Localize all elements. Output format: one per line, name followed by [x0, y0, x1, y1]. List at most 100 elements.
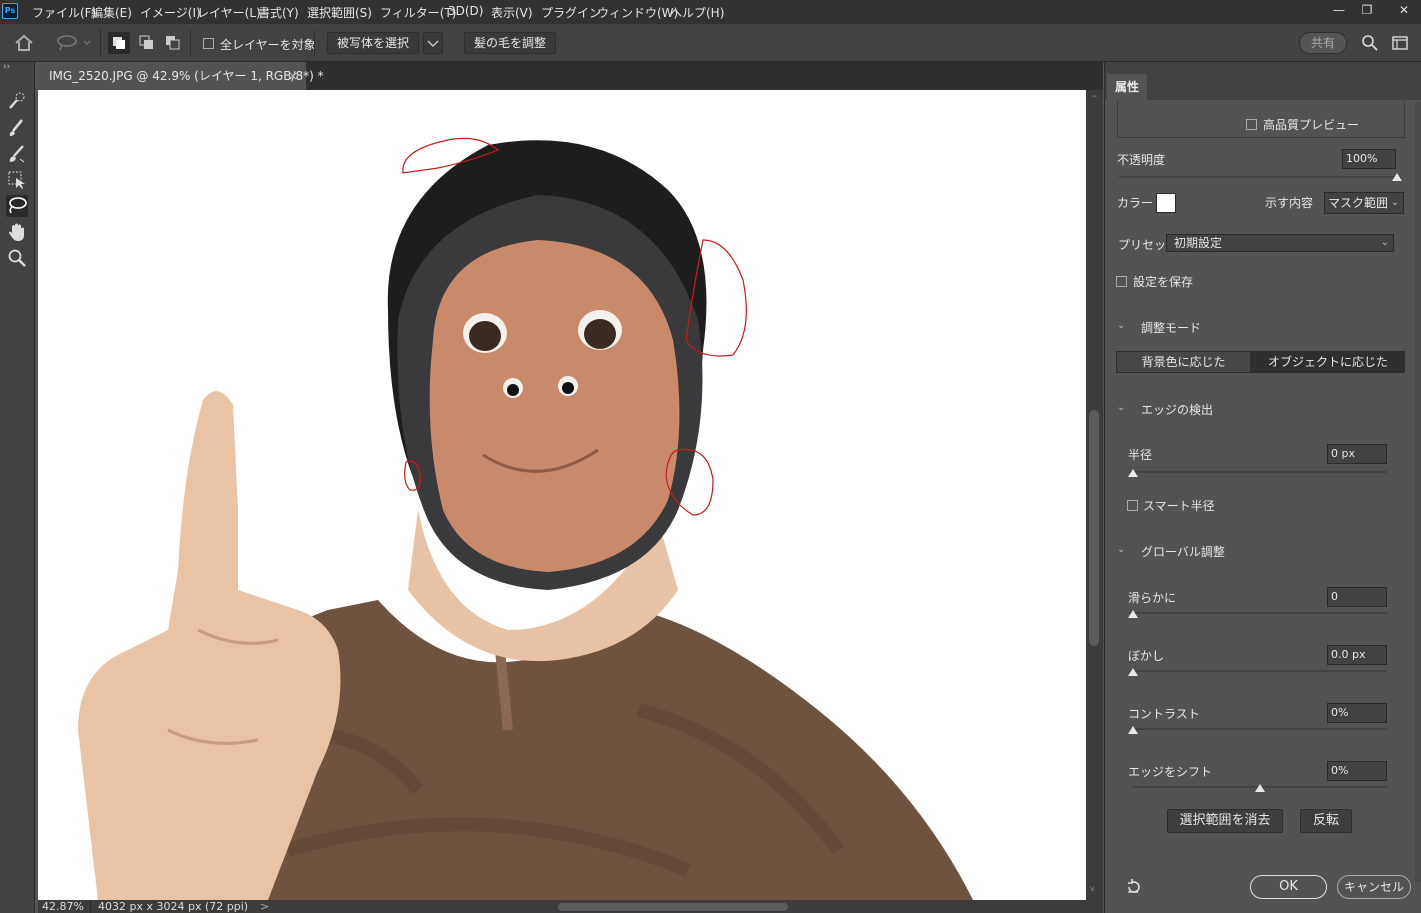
view-mode-box	[1117, 100, 1405, 138]
mode-background-button[interactable]: 背景色に応じた	[1116, 351, 1251, 373]
menu-layer[interactable]: レイヤー(L)	[197, 4, 261, 21]
tab-properties[interactable]: 属性	[1107, 74, 1147, 100]
opacity-slider-thumb[interactable]	[1392, 173, 1402, 181]
preset-select[interactable]: 初期設定 ⌄	[1166, 234, 1394, 252]
select-subject-button[interactable]: 被写体を選択	[327, 32, 419, 54]
chevron-down-icon: ⌄	[1380, 237, 1389, 248]
show-select-value: マスク範囲	[1328, 196, 1389, 210]
select-subject-dropdown[interactable]	[423, 32, 443, 54]
hq-preview-checkbox[interactable]	[1246, 119, 1257, 130]
brush-icon[interactable]	[6, 117, 28, 139]
feather-label: ぼかし	[1128, 649, 1165, 663]
quick-selection-brush-icon[interactable]	[6, 90, 28, 112]
contrast-label: コントラスト	[1128, 707, 1200, 721]
contrast-input[interactable]: 0%	[1327, 703, 1387, 723]
menu-window[interactable]: ウィンドウ(W)	[597, 4, 678, 21]
document-canvas[interactable]	[38, 90, 1086, 900]
horizontal-scroll-thumb[interactable]	[558, 903, 788, 911]
smooth-label: 滑らかに	[1128, 591, 1177, 605]
chevron-down-icon[interactable]: ⌄	[1117, 402, 1125, 413]
scroll-down-icon[interactable]: v	[1090, 884, 1095, 893]
all-layers-checkbox[interactable]	[203, 38, 214, 49]
show-label: 示す内容	[1265, 196, 1314, 210]
menu-bar: Ps ファイル(F) 編集(E) イメージ(I) レイヤー(L) 書式(Y) 選…	[0, 0, 1421, 24]
chevron-down-icon	[427, 40, 439, 47]
smart-radius-checkbox[interactable]	[1127, 500, 1138, 511]
home-icon[interactable]	[14, 34, 34, 52]
document-tab[interactable]: IMG_2520.JPG @ 42.9% (レイヤー 1, RGB/8*) * …	[38, 62, 324, 90]
menu-edit[interactable]: 編集(E)	[91, 4, 132, 21]
close-window-button[interactable]: ✕	[1390, 0, 1418, 22]
subtract-from-selection-icon[interactable]	[162, 32, 184, 54]
menu-filter[interactable]: フィルター(T)	[380, 4, 456, 21]
collapse-toolbar-icon[interactable]: ››	[3, 62, 10, 72]
object-selection-icon[interactable]	[6, 169, 28, 191]
menu-image[interactable]: イメージ(I)	[140, 4, 201, 21]
canvas-vertical-scrollbar[interactable]: ^ v	[1086, 90, 1103, 900]
opacity-slider[interactable]	[1119, 176, 1401, 178]
menu-view[interactable]: 表示(V)	[491, 4, 533, 21]
workspace-icon[interactable]	[1391, 34, 1409, 52]
status-menu-arrow[interactable]: >	[260, 900, 269, 913]
lasso-icon	[9, 197, 27, 214]
radius-slider[interactable]	[1129, 471, 1387, 473]
opacity-input[interactable]: 100%	[1342, 149, 1396, 169]
lasso-tool-button[interactable]	[6, 195, 28, 217]
opacity-label: 不透明度	[1117, 153, 1166, 167]
global-adjust-heading: グローバル調整	[1141, 545, 1225, 559]
smooth-slider-thumb[interactable]	[1128, 610, 1138, 618]
show-select[interactable]: マスク範囲 ⌄	[1324, 192, 1404, 214]
status-bar: 42.87% 4032 px x 3024 px (72 ppi) >	[38, 900, 1103, 913]
scroll-up-icon[interactable]: ^	[1091, 94, 1098, 103]
hq-preview-label: 高品質プレビュー	[1263, 118, 1360, 132]
tab-close-icon[interactable]: ×	[288, 62, 298, 90]
chevron-down-icon[interactable]: ⌄	[1117, 544, 1125, 555]
new-selection-button[interactable]	[108, 32, 130, 54]
feather-slider-thumb[interactable]	[1128, 668, 1138, 676]
reset-icon[interactable]	[1125, 878, 1143, 896]
feather-slider[interactable]	[1129, 670, 1387, 672]
add-to-selection-icon[interactable]	[136, 32, 158, 54]
maximize-button[interactable]: ❐	[1353, 0, 1381, 22]
radius-label: 半径	[1128, 448, 1153, 462]
panel-scrollbar[interactable]	[1415, 102, 1421, 882]
menu-file[interactable]: ファイル(F)	[32, 4, 96, 21]
chevron-down-icon[interactable]: ⌄	[1117, 320, 1125, 331]
menu-help[interactable]: ヘルプ(H)	[670, 4, 724, 21]
chevron-down-icon: ⌄	[1390, 197, 1399, 208]
search-icon[interactable]	[1361, 34, 1379, 52]
zoom-icon[interactable]	[6, 247, 28, 269]
scroll-thumb[interactable]	[1089, 410, 1099, 646]
save-settings-checkbox[interactable]	[1116, 276, 1127, 287]
hand-icon[interactable]	[6, 221, 28, 243]
contrast-slider-thumb[interactable]	[1128, 726, 1138, 734]
feather-input[interactable]: 0.0 px	[1327, 645, 1387, 665]
invert-button[interactable]: 反転	[1300, 809, 1352, 833]
refine-hair-button[interactable]: 髪の毛を調整	[464, 32, 556, 54]
document-tab-title: IMG_2520.JPG @ 42.9% (レイヤー 1, RGB/8*) *	[49, 69, 324, 83]
smooth-input[interactable]: 0	[1327, 587, 1387, 607]
contrast-slider[interactable]	[1129, 728, 1387, 730]
refine-edge-brush-icon[interactable]	[6, 143, 28, 165]
smooth-slider[interactable]	[1129, 612, 1387, 614]
menu-type[interactable]: 書式(Y)	[258, 4, 299, 21]
menu-3d[interactable]: 3D(D)	[448, 4, 483, 18]
cancel-button[interactable]: キャンセル	[1337, 875, 1411, 899]
options-bar: 全レイヤーを対象 被写体を選択 髪の毛を調整 共有	[0, 24, 1421, 62]
lasso-tool-preset-icon[interactable]	[56, 34, 92, 52]
radius-input[interactable]: 0 px	[1327, 444, 1387, 464]
shift-edge-input[interactable]: 0%	[1327, 761, 1387, 781]
shift-edge-slider-thumb[interactable]	[1255, 784, 1265, 792]
smart-radius-label: スマート半径	[1143, 499, 1215, 513]
minimize-button[interactable]: —	[1325, 0, 1353, 22]
ok-button[interactable]: OK	[1250, 875, 1327, 899]
clear-selection-button[interactable]: 選択範囲を消去	[1167, 809, 1283, 833]
edge-detection-heading: エッジの検出	[1141, 403, 1214, 417]
mode-object-button[interactable]: オブジェクトに応じた	[1251, 351, 1405, 373]
zoom-level[interactable]: 42.87%	[42, 900, 84, 913]
color-swatch[interactable]	[1156, 193, 1176, 213]
menu-select[interactable]: 選択範囲(S)	[307, 4, 372, 21]
menu-plugins[interactable]: プラグイン	[541, 4, 601, 21]
share-button[interactable]: 共有	[1299, 32, 1347, 54]
radius-slider-thumb[interactable]	[1128, 469, 1138, 477]
